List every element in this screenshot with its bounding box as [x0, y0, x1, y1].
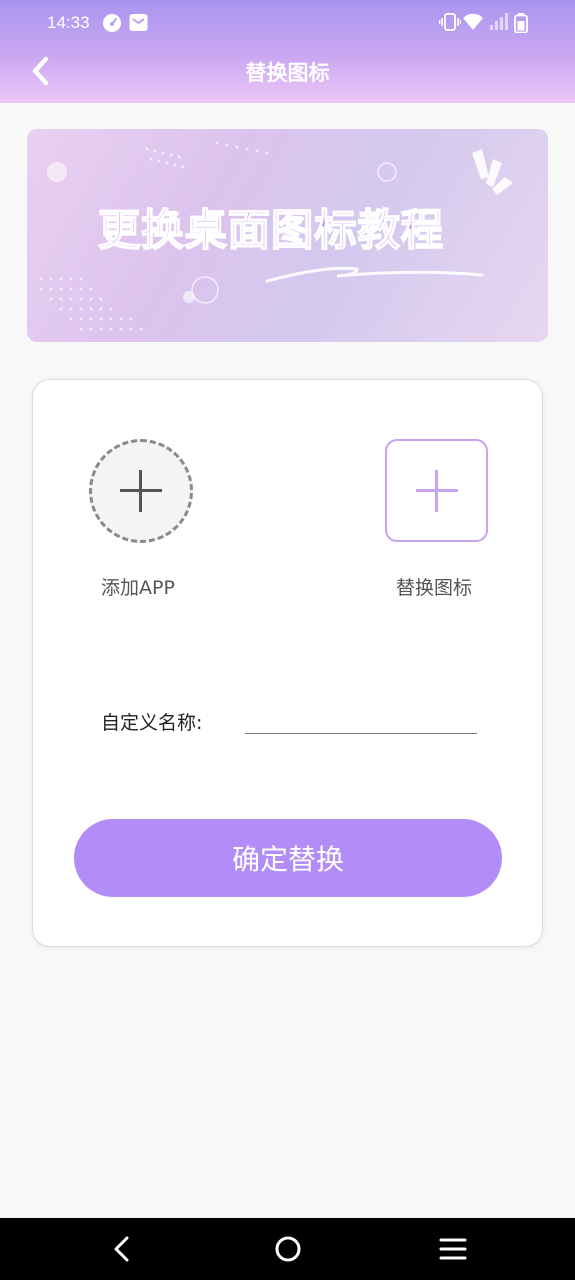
custom-name-label: 自定义名称:	[101, 712, 203, 734]
speedometer-icon	[103, 14, 121, 32]
battery-icon	[514, 13, 528, 33]
confirm-replace-button[interactable]: 确定替换	[74, 819, 502, 897]
plus-icon	[120, 470, 162, 512]
wifi-icon	[463, 13, 483, 30]
signal-icon	[490, 13, 508, 30]
back-triangle-icon[interactable]	[102, 1232, 142, 1266]
vibrate-icon	[439, 13, 461, 31]
plus-icon	[415, 469, 458, 512]
title-bar: 替换图标	[0, 46, 575, 103]
mail-icon	[129, 14, 148, 31]
system-nav-bar	[0, 1218, 575, 1280]
page-title: 替换图标	[245, 61, 330, 85]
add-app-button[interactable]	[89, 439, 193, 543]
custom-name-input[interactable]	[245, 700, 477, 734]
home-circle-icon[interactable]	[268, 1232, 308, 1266]
app-header: 14:33 替换图标	[0, 0, 575, 103]
replace-icon-label: 替换图标	[396, 577, 473, 599]
banner-title: 更换桌面图标教程	[97, 205, 444, 257]
replace-icon-button[interactable]	[385, 439, 488, 542]
replace-card: 添加APP 替换图标 自定义名称: 确定替换	[32, 379, 543, 947]
add-app-label: 添加APP	[101, 577, 175, 599]
status-time: 14:33	[47, 13, 90, 32]
status-bar: 14:33	[0, 0, 575, 46]
menu-icon[interactable]	[433, 1232, 473, 1266]
